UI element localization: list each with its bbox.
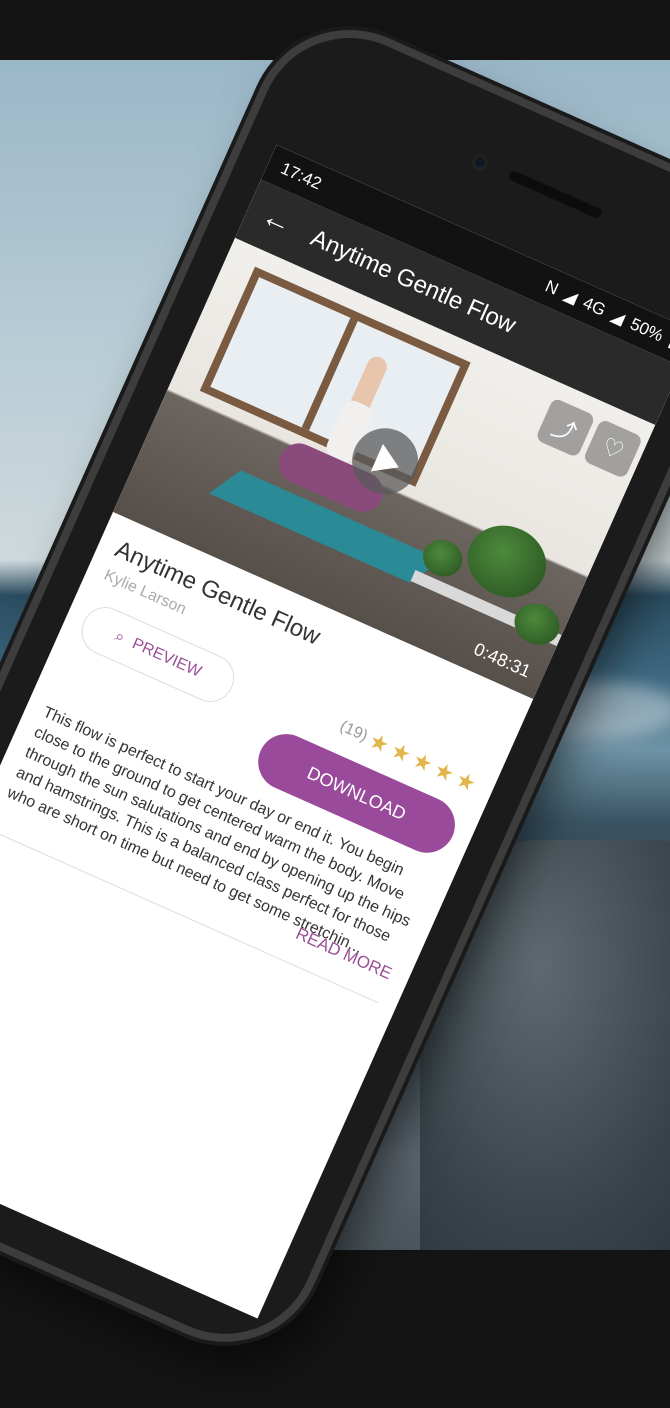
preview-button[interactable]: ⌕ PREVIEW: [74, 599, 242, 710]
arrow-left-icon[interactable]: ←: [256, 199, 298, 242]
download-label: DOWNLOAD: [304, 762, 410, 824]
star-icon: ★: [451, 765, 481, 797]
wifi-icon: ◢: [560, 284, 581, 308]
battery-label: 50%: [627, 314, 667, 346]
status-time: 17:42: [277, 158, 325, 194]
signal-icon: ◢: [608, 305, 628, 329]
rating-count: (19): [337, 717, 371, 745]
earpiece-speaker: [507, 169, 604, 220]
front-camera: [469, 151, 491, 173]
network-label: 4G: [580, 293, 609, 320]
battery-icon: ▮: [665, 331, 670, 353]
heart-icon[interactable]: ♡: [582, 418, 644, 480]
search-icon: ⌕: [112, 627, 128, 647]
preview-label: PREVIEW: [129, 635, 204, 681]
nfc-icon: N: [542, 276, 562, 299]
